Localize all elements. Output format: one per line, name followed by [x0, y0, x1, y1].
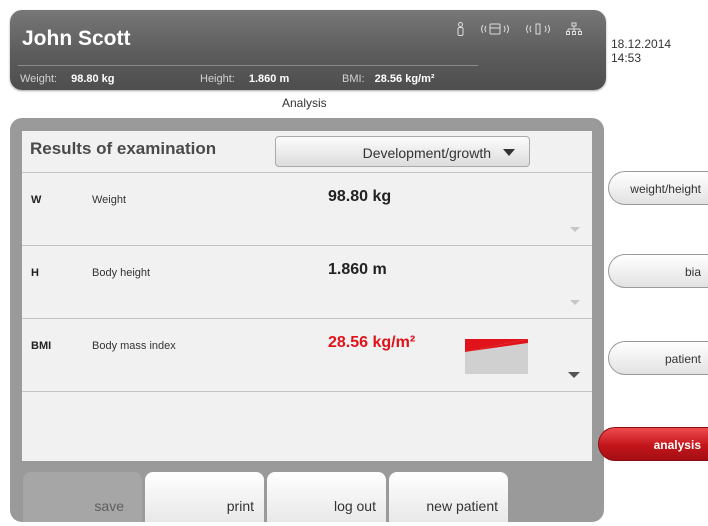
row-name: Body mass index — [92, 340, 176, 352]
nav-weight-height[interactable]: weight/height — [608, 171, 708, 205]
time-text: 14:53 — [611, 51, 642, 65]
date-text: 18.12.2014 — [611, 37, 672, 51]
row-abbr: W — [31, 194, 42, 206]
row-value: 1.860 m — [328, 261, 387, 278]
nav-patient[interactable]: patient — [608, 341, 708, 375]
empty-row — [22, 391, 592, 461]
nav-analysis-label: analysis — [653, 438, 701, 452]
page-title: Analysis — [282, 96, 327, 110]
weight-metric: Weight: 98.80 kg — [20, 73, 115, 85]
patient-header: John Scott Weight: 98.80 kg Height: 1.860 … — [10, 10, 606, 90]
save-button[interactable]: save — [23, 472, 142, 522]
row-abbr: BMI — [31, 340, 52, 352]
expand-arrow-icon[interactable] — [570, 300, 580, 305]
person-icon — [456, 22, 465, 39]
height-metric: Height: 1.860 m — [200, 73, 289, 85]
row-name: Body height — [92, 267, 151, 279]
row-name: Weight — [92, 194, 127, 206]
patient-name: John Scott — [22, 27, 131, 50]
logout-button[interactable]: log out — [267, 472, 386, 522]
bottom-toolbar: save print log out new patient — [23, 472, 508, 522]
nav-patient-label: patient — [664, 352, 701, 366]
nav-bia[interactable]: bia — [608, 254, 708, 288]
chevron-down-icon — [503, 149, 515, 156]
bmi-label: BMI: — [342, 73, 365, 85]
weight-value: 98.80 kg — [71, 73, 115, 85]
wireless-icon — [525, 22, 551, 39]
scale-icon — [480, 22, 510, 39]
expand-arrow-icon[interactable] — [568, 372, 580, 378]
status-icons — [456, 22, 582, 39]
results-title: Results of examination — [30, 139, 217, 158]
result-row-height[interactable]: H Body height 1.860 m — [22, 245, 592, 318]
nav-weight-height-label: weight/height — [630, 182, 701, 196]
result-row-weight[interactable]: W Weight 98.80 kg — [22, 172, 592, 245]
height-label: Height: — [200, 73, 235, 85]
header-divider — [18, 65, 478, 66]
results-panel: Results of examination Development/growt… — [22, 131, 592, 461]
expand-arrow-icon[interactable] — [570, 227, 580, 232]
print-label: print — [226, 498, 254, 514]
view-dropdown[interactable]: Development/growth — [275, 136, 530, 167]
nav-bia-label: bia — [684, 265, 701, 279]
row-abbr: H — [31, 267, 39, 279]
logout-label: log out — [333, 498, 376, 514]
bmi-metric: BMI: 28.56 kg/m² — [342, 73, 435, 85]
new-patient-button[interactable]: new patient — [389, 472, 508, 522]
datetime: 18.12.2014 14:53 — [611, 37, 671, 65]
network-icon — [566, 22, 582, 39]
print-button[interactable]: print — [145, 472, 264, 522]
weight-label: Weight: — [20, 73, 58, 85]
row-value: 28.56 kg/m² — [328, 334, 416, 351]
save-label: save — [94, 498, 124, 514]
dropdown-value: Development/growth — [362, 145, 491, 161]
row-value: 98.80 kg — [328, 188, 392, 205]
nav-analysis[interactable]: analysis — [598, 427, 708, 461]
height-value: 1.860 m — [248, 73, 290, 85]
bmi-value: 28.56 kg/m² — [374, 73, 435, 85]
new-patient-label: new patient — [426, 498, 498, 514]
result-row-bmi[interactable]: BMI Body mass index 28.56 kg/m² — [22, 318, 592, 391]
bmi-range-chart — [465, 339, 528, 374]
